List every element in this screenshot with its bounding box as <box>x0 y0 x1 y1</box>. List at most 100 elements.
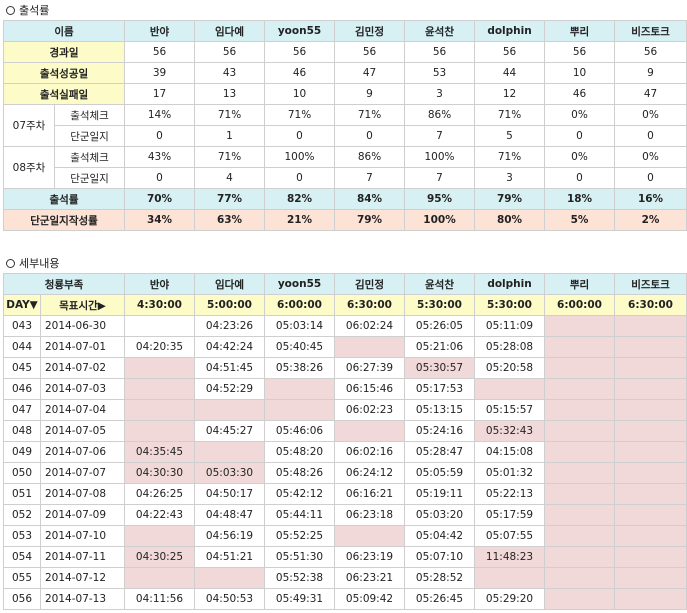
time-cell: 05:20:58 <box>474 357 546 379</box>
week-row: 08주차 출석체크 43% 71% 100% 86% 100% 71% 0% 0% <box>3 146 687 189</box>
section-title-text: 세부내용 <box>19 257 60 270</box>
detail-row: 054 2014-07-11 04:30:25 04:51:21 05:51:30 06:… <box>3 546 687 568</box>
time-cell: 06:27:39 <box>334 357 406 379</box>
day-number: 043 <box>3 315 41 337</box>
time-cell: 05:52:38 <box>264 567 336 589</box>
member-header: 윤석찬 <box>404 273 476 295</box>
time-cell <box>544 588 616 610</box>
member-header: 임다예 <box>194 20 266 42</box>
rate-cell: 34% <box>124 209 196 231</box>
member-header: yoon55 <box>264 273 336 295</box>
week-row-label: 출석체크 <box>53 104 126 126</box>
time-cell <box>544 546 616 568</box>
summary-cell: 47 <box>334 62 406 84</box>
rate-cell: 80% <box>474 209 546 231</box>
member-header: dolphin <box>474 273 546 295</box>
target-time-cell: 4:30:00 <box>124 294 196 316</box>
detail-row: 053 2014-07-10 04:56:19 05:52:25 05:04:42 05:… <box>3 525 687 547</box>
time-cell: 05:11:09 <box>474 315 546 337</box>
time-cell: 05:03:30 <box>194 462 266 484</box>
summary-header-row: 이름 반야 임다예 yoon55 김민정 윤석찬 dolphin 뿌리 비즈토크 <box>2 20 687 42</box>
summary-cell: 12 <box>474 83 546 105</box>
week-cell: 71% <box>334 104 406 126</box>
time-cell: 05:48:26 <box>264 462 336 484</box>
time-cell <box>124 567 196 589</box>
time-cell: 06:15:46 <box>334 378 406 400</box>
detail-row: 045 2014-07-02 04:51:45 05:38:26 06:27:39 05:… <box>3 357 687 379</box>
summary-row: 출석성공일 39 43 46 47 53 44 10 9 <box>2 62 687 84</box>
week-cell: 14% <box>124 104 196 126</box>
rate-cell: 16% <box>614 188 687 210</box>
target-time-cell: 6:30:00 <box>334 294 406 316</box>
time-cell <box>544 441 616 463</box>
time-cell: 05:09:42 <box>334 588 406 610</box>
summary-cell: 56 <box>404 41 476 63</box>
time-cell <box>264 399 336 421</box>
rate-cell: 100% <box>404 209 476 231</box>
time-cell: 05:49:31 <box>264 588 336 610</box>
detail-row: 050 2014-07-07 04:30:30 05:03:30 05:48:26 06:… <box>3 462 687 484</box>
member-header: 뿌리 <box>544 273 616 295</box>
member-header: 김민정 <box>334 20 406 42</box>
time-cell: 05:26:05 <box>404 315 476 337</box>
time-cell: 04:50:53 <box>194 588 266 610</box>
summary-cell: 39 <box>124 62 196 84</box>
target-time-cell: 5:00:00 <box>194 294 266 316</box>
time-cell <box>544 483 616 505</box>
week-row: 단군일지 0 1 0 0 7 5 0 0 <box>4 125 687 147</box>
time-cell <box>544 399 616 421</box>
section-title-details: 세부내용 <box>6 256 59 272</box>
rate-cell: 84% <box>334 188 406 210</box>
rate-cell: 70% <box>124 188 196 210</box>
week-cell: 100% <box>264 146 336 168</box>
day-number: 047 <box>3 399 41 421</box>
time-cell: 05:30:57 <box>404 357 476 379</box>
summary-cell: 13 <box>194 83 266 105</box>
time-cell <box>544 315 616 337</box>
summary-cell: 10 <box>544 62 616 84</box>
detail-row: 052 2014-07-09 04:22:43 04:48:47 05:44:11 06:… <box>3 504 687 526</box>
detail-row: 047 2014-07-04 06:02:23 05:13:15 05:15:57 <box>3 399 687 421</box>
attendance-summary-table: 이름 반야 임다예 yoon55 김민정 윤석찬 dolphin 뿌리 비즈토크 경과일 56 56 5… <box>2 20 687 231</box>
summary-cell: 3 <box>404 83 476 105</box>
time-cell <box>194 567 266 589</box>
week-cell: 0% <box>614 104 687 126</box>
summary-cell: 46 <box>544 83 616 105</box>
week-cell: 7 <box>404 167 476 189</box>
date-cell: 2014-07-09 <box>39 504 126 526</box>
summary-row: 출석실패일 17 13 10 9 3 12 46 47 <box>2 83 687 105</box>
day-number: 049 <box>3 441 41 463</box>
time-cell: 05:42:12 <box>264 483 336 505</box>
date-cell: 2014-07-07 <box>39 462 126 484</box>
member-header: 비즈토크 <box>614 273 687 295</box>
time-cell: 06:24:12 <box>334 462 406 484</box>
time-cell: 06:02:23 <box>334 399 406 421</box>
time-cell: 04:26:25 <box>124 483 196 505</box>
target-time-cell: 5:30:00 <box>404 294 476 316</box>
week-row: 07주차 출석체크 14% 71% 71% 71% 86% 71% 0% 0% <box>3 104 687 147</box>
rate-cell: 2% <box>614 209 687 231</box>
week-cell: 0 <box>124 125 196 147</box>
time-cell: 04:56:19 <box>194 525 266 547</box>
time-cell: 06:23:18 <box>334 504 406 526</box>
time-cell <box>614 420 687 442</box>
summary-cell: 56 <box>544 41 616 63</box>
summary-cell: 53 <box>404 62 476 84</box>
time-cell <box>194 399 266 421</box>
detail-row: 056 2014-07-13 04:11:56 04:50:53 05:49:31 05:… <box>3 588 687 610</box>
time-cell <box>544 336 616 358</box>
rate-label: 단군일지작성률 <box>2 209 126 231</box>
time-cell: 05:03:14 <box>264 315 336 337</box>
day-sort-header: DAY▼ <box>3 294 41 316</box>
time-cell <box>124 525 196 547</box>
time-cell: 05:04:42 <box>404 525 476 547</box>
name-header: 이름 <box>2 20 126 42</box>
member-header: 뿌리 <box>544 20 616 42</box>
week-row-label: 단군일지 <box>53 167 126 189</box>
rate-cell: 95% <box>404 188 476 210</box>
time-cell: 05:22:13 <box>474 483 546 505</box>
time-cell: 05:29:20 <box>474 588 546 610</box>
week-cell: 0 <box>264 125 336 147</box>
date-cell: 2014-07-12 <box>39 567 126 589</box>
summary-row: 경과일 56 56 56 56 56 56 56 56 <box>2 41 687 63</box>
